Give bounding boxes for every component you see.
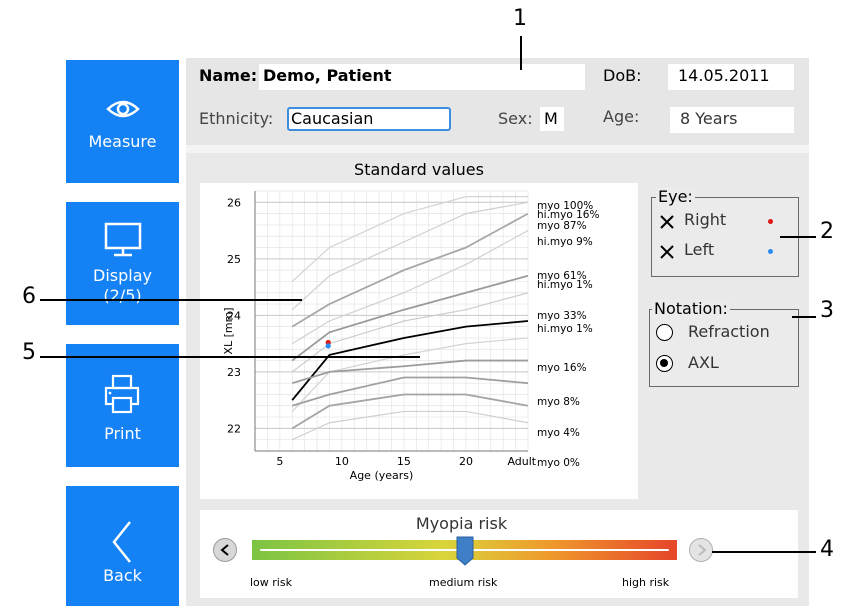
measure-button[interactable]: Measure: [66, 60, 179, 183]
refraction-label: Refraction: [688, 322, 770, 341]
monitor-icon: [104, 222, 142, 257]
display-button[interactable]: Display (2/5): [66, 202, 179, 325]
right-eye-color-dot: [768, 219, 773, 224]
chevron-left-icon: [112, 521, 131, 563]
series-line: [291, 410, 529, 441]
series-label: hi.myo 9%: [537, 236, 593, 248]
y-tick-label: 25: [227, 253, 241, 266]
header-divider: [186, 145, 809, 153]
eye-group-title: Eye:: [656, 187, 695, 206]
ethnicity-label: Ethnicity:: [199, 109, 274, 128]
back-label: Back: [103, 566, 142, 585]
x-axis-label: Age (years): [350, 469, 414, 482]
medium-risk-label: medium risk: [429, 576, 498, 589]
callout-1-line: [520, 36, 522, 70]
standard-values-title: Standard values: [354, 160, 484, 179]
age-label: Age:: [603, 107, 640, 126]
risk-increase-button[interactable]: [689, 538, 713, 562]
series-label: myo 33%: [537, 310, 587, 322]
radio-circle: [656, 324, 673, 341]
callout-5-line: [40, 356, 420, 358]
checkmark-x-icon: [660, 215, 674, 229]
measure-label: Measure: [88, 132, 157, 151]
series-label: hi.myo 1%: [537, 279, 593, 291]
eye-group: [651, 197, 799, 277]
chevron-left-icon: [220, 544, 229, 556]
x-tick-label: Adult: [507, 455, 536, 468]
series-line: [291, 201, 529, 311]
y-tick-label: 26: [227, 196, 241, 209]
axl-radio[interactable]: AXL: [654, 353, 794, 377]
series-label: myo 16%: [537, 362, 587, 374]
age-field: 8 Years: [670, 107, 794, 133]
callout-2: 2: [820, 219, 834, 244]
x-tick-label: 15: [397, 455, 411, 468]
callout-5: 5: [22, 340, 36, 365]
axl-label: AXL: [688, 353, 719, 372]
dob-field: 14.05.2011: [668, 64, 794, 90]
x-tick-label: 20: [459, 455, 473, 468]
sex-label: Sex:: [498, 109, 533, 128]
risk-slider-thumb[interactable]: [456, 536, 474, 566]
low-risk-label: low risk: [250, 576, 292, 589]
callout-1: 1: [513, 6, 527, 31]
radio-selected-dot: [660, 359, 668, 367]
high-risk-label: high risk: [622, 576, 670, 589]
callout-6: 6: [22, 284, 36, 309]
refraction-radio[interactable]: Refraction: [654, 322, 794, 346]
back-button[interactable]: Back: [66, 486, 179, 606]
callout-4: 4: [820, 537, 834, 562]
callout-3-line: [792, 316, 816, 318]
printer-icon: [104, 374, 140, 414]
growth-chart: 22232425265 10 15 20 AdultAge (years)XL [mm]…: [222, 190, 599, 482]
radio-circle: [656, 355, 673, 372]
print-button[interactable]: Print: [66, 344, 179, 467]
dob-label: DoB:: [603, 66, 642, 85]
eye-icon: [106, 100, 140, 118]
sex-field: M: [540, 107, 564, 131]
name-field: Demo, Patient: [259, 64, 585, 90]
display-page-indicator: (2/5): [103, 286, 142, 305]
name-label: Name:: [199, 66, 258, 85]
left-eye-color-dot: [768, 249, 773, 254]
right-eye-label: Right: [684, 210, 727, 229]
y-tick-label: 23: [227, 366, 241, 379]
y-tick-label: 22: [227, 422, 241, 435]
checkmark-x-icon: [660, 245, 674, 259]
series-label: myo 87%: [537, 220, 587, 232]
print-label: Print: [104, 424, 141, 443]
series-label: hi.myo 1%: [537, 323, 593, 335]
callout-3: 3: [820, 298, 834, 323]
callout-4-line: [712, 551, 816, 553]
y-axis-label: XL [mm]: [222, 307, 235, 354]
left-eye-label: Left: [684, 240, 715, 259]
callout-6-line: [40, 299, 302, 301]
notation-group-title: Notation:: [652, 299, 730, 318]
callout-2-line: [780, 236, 816, 238]
series-label: myo 0%: [537, 457, 580, 469]
x-tick-label: 5: [276, 455, 283, 468]
ethnicity-field[interactable]: Caucasian: [287, 107, 451, 131]
myopia-risk-title: Myopia risk: [415, 514, 508, 533]
series-label: myo 4%: [537, 427, 580, 439]
right-eye-checkbox[interactable]: Right: [658, 210, 792, 234]
series-line: [291, 376, 529, 407]
left-eye-checkbox[interactable]: Left: [658, 240, 792, 264]
series-label: myo 8%: [537, 396, 580, 408]
display-label: Display: [93, 266, 152, 285]
standard-values-chart: 22 23 24 25 26 5 10 15 20 Adult Age (years) XL [mm]…: [200, 183, 638, 499]
patient-measurement-point: [325, 343, 331, 349]
x-tick-label: 10: [335, 455, 349, 468]
risk-decrease-button[interactable]: [213, 538, 237, 562]
chevron-right-icon: [698, 544, 707, 556]
